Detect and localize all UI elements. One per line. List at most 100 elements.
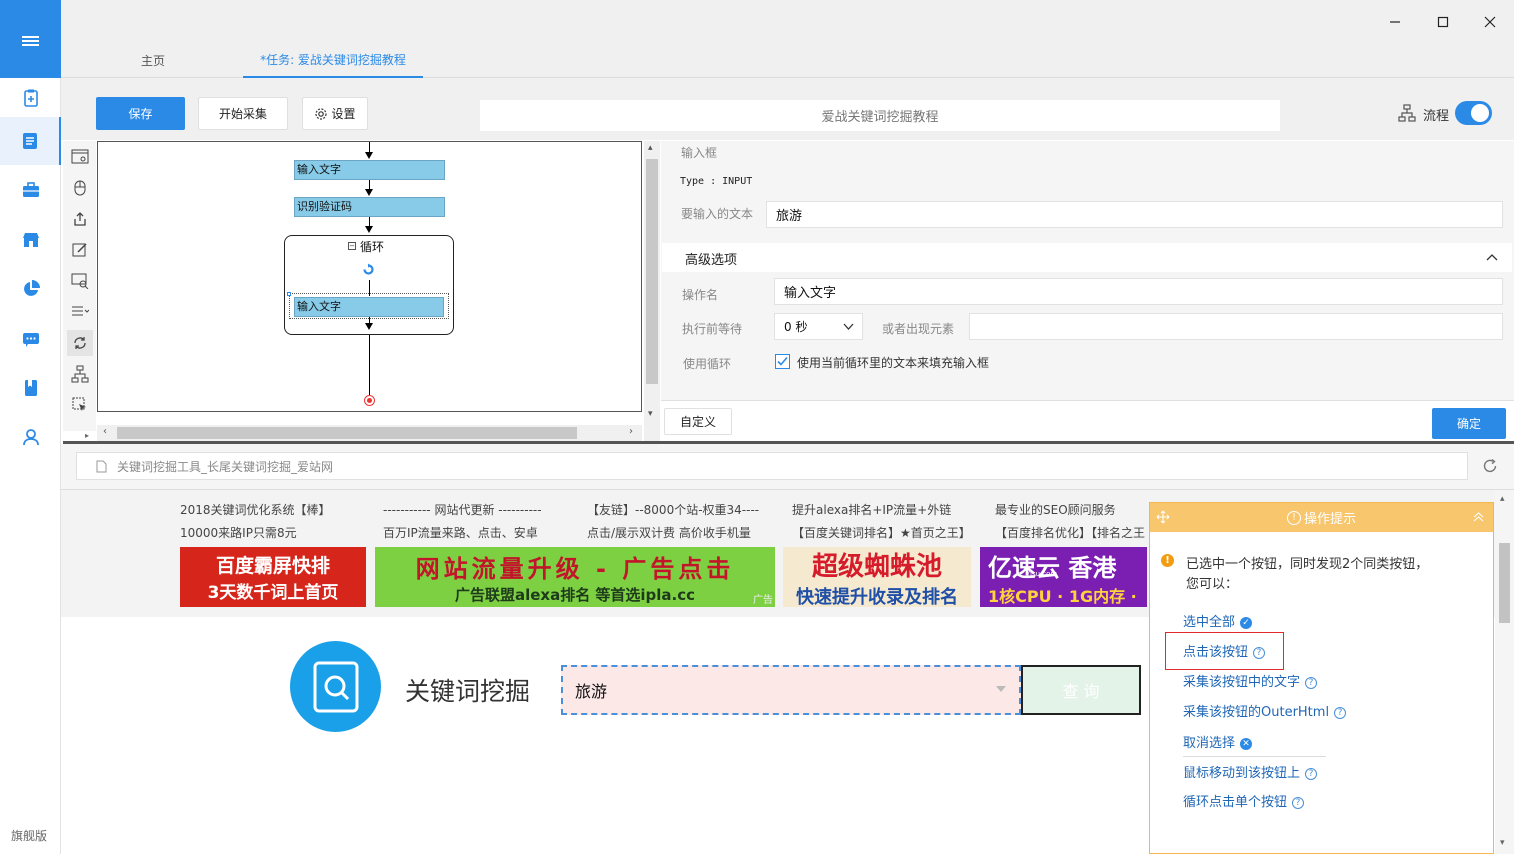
keyword-search-input[interactable]: 旅游 [561, 665, 1021, 715]
cancel-selection-link[interactable]: 取消选择 ✕ [1183, 732, 1253, 751]
collect-text-link[interactable]: 采集该按钮中的文字? [1183, 671, 1318, 690]
move-icon[interactable] [1156, 510, 1170, 524]
mouse-hover-icon[interactable] [67, 392, 93, 418]
loop-checkbox[interactable] [775, 354, 790, 369]
flow-node-input-text[interactable]: 输入文字 [294, 160, 445, 180]
ad-link[interactable]: 10000来路IP只需8元 [180, 524, 297, 541]
task-add-icon[interactable] [0, 74, 61, 122]
banner-line2: 3天数千词上首页 [207, 583, 339, 603]
task-title-field[interactable]: 爱战关键词挖掘教程 [480, 100, 1280, 131]
ad-banner[interactable]: 百度霸屏快排 3天数千词上首页 [180, 547, 366, 607]
banner-line2: 1核CPU · 1G内存 · [988, 586, 1137, 606]
open-page-icon[interactable] [67, 144, 93, 170]
minimize-icon[interactable] [1383, 10, 1407, 34]
ad-link[interactable]: 2018关键词优化系统【棒】 [180, 501, 331, 518]
message-icon[interactable] [0, 315, 61, 363]
link-text: 循环点击单个按钮 [1183, 795, 1288, 810]
wait-value: 0 秒 [784, 320, 808, 334]
chevron-up-icon[interactable] [1486, 253, 1498, 261]
canvas-vertical-scrollbar[interactable]: ▴ ▾ [644, 141, 660, 441]
hamburger-icon [22, 36, 39, 38]
captcha-icon[interactable] [67, 268, 93, 294]
ad-link[interactable]: 提升alexa排名+IP流量+外链 [792, 501, 951, 518]
ad-link[interactable]: 点击/展示双计费 高价收手机量 [587, 524, 751, 541]
page-vertical-scrollbar[interactable]: ▴ ▾ [1495, 490, 1514, 854]
settings-button[interactable]: 设置 [302, 97, 368, 130]
link-text: 选中全部 [1183, 615, 1236, 630]
toolbox-icon[interactable] [0, 166, 61, 214]
mouse-click-icon[interactable] [67, 175, 93, 201]
scroll-thumb[interactable] [117, 427, 577, 439]
help-icon[interactable]: ? [1253, 647, 1266, 659]
ad-banner[interactable]: 网站流量升级 - 广告点击 广告联盟alexa排名 等首选ipla.cc 广告 [375, 547, 775, 607]
branch-icon[interactable] [67, 361, 93, 387]
user-icon[interactable] [0, 413, 61, 461]
hover-button-link[interactable]: 鼠标移动到该按钮上? [1183, 762, 1318, 781]
collect-outerhtml-link[interactable]: 采集该按钮的OuterHtml? [1183, 701, 1347, 720]
maximize-icon[interactable] [1431, 10, 1455, 34]
ad-banner[interactable]: 超级蜘蛛池 快速提升收录及排名 [783, 547, 971, 607]
tab-task[interactable]: *任务: 爱战关键词挖掘教程 [243, 42, 423, 78]
query-button[interactable]: 查 询 [1021, 665, 1141, 715]
select-option-icon[interactable] [67, 299, 93, 325]
scroll-down-icon[interactable]: ▾ [1500, 838, 1505, 848]
canvas-horizontal-scrollbar[interactable]: ‹ › [97, 425, 642, 441]
op-name-input[interactable]: 输入文字 [774, 278, 1503, 305]
save-button[interactable]: 保存 [96, 97, 185, 130]
scroll-thumb[interactable] [1499, 543, 1510, 623]
flow-node-loop-input[interactable]: 输入文字 [294, 297, 444, 317]
expand-arrow-icon[interactable]: ▸ [85, 431, 89, 440]
scroll-up-icon[interactable]: ▴ [1500, 494, 1505, 504]
scroll-thumb[interactable] [646, 159, 658, 384]
click-button-link[interactable]: 点击该按钮? [1183, 641, 1266, 660]
search-doc-icon [313, 661, 359, 713]
scroll-up-icon[interactable]: ▴ [648, 143, 653, 153]
start-collect-button[interactable]: 开始采集 [198, 97, 288, 130]
loop-icon[interactable] [67, 330, 93, 356]
ad-link[interactable]: 【百度排名优化】【排名之王 [995, 524, 1145, 541]
collapse-icon[interactable]: − [348, 242, 356, 250]
edit-input-icon[interactable] [67, 237, 93, 263]
export-icon[interactable] [67, 206, 93, 232]
banner-line1: 网站流量升级 - 广告点击 [415, 555, 735, 583]
scroll-right-icon[interactable]: › [629, 426, 633, 437]
help-icon[interactable]: ? [1305, 768, 1318, 780]
wait-select[interactable]: 0 秒 [774, 313, 863, 340]
connector [369, 142, 370, 152]
refresh-icon[interactable] [1482, 458, 1498, 474]
help-icon[interactable]: ? [1334, 707, 1347, 719]
banner-line1: 百度霸屏快排 [215, 555, 330, 577]
advanced-options-header[interactable]: 高级选项 [662, 243, 1512, 272]
flow-node-captcha[interactable]: 识别验证码 [294, 197, 445, 217]
arrow [365, 226, 373, 233]
or-element-input[interactable] [969, 313, 1503, 340]
select-all-link[interactable]: 选中全部 ✓ [1183, 611, 1253, 630]
chart-pie-icon[interactable] [0, 265, 61, 313]
scroll-left-icon[interactable]: ‹ [103, 426, 107, 437]
flow-loop-block[interactable]: − 循环 输入文字 [284, 235, 454, 335]
custom-button[interactable]: 自定义 [664, 408, 732, 435]
confirm-button[interactable]: 确定 [1432, 408, 1506, 439]
flow-toggle[interactable] [1455, 101, 1492, 125]
loop-click-link[interactable]: 循环点击单个按钮? [1183, 791, 1305, 810]
link-text: 采集该按钮中的文字 [1183, 675, 1301, 690]
ad-link[interactable]: 百万IP流量来路、点击、安卓 [383, 524, 538, 541]
ad-link[interactable]: 【百度关键词排名】★首页之王】 [792, 524, 971, 541]
url-input[interactable]: 关键词挖掘工具_长尾关键词挖掘_爱站网 [76, 452, 1468, 480]
help-icon[interactable]: ? [1305, 677, 1318, 689]
help-icon[interactable]: ? [1292, 797, 1305, 809]
scroll-down-icon[interactable]: ▾ [648, 409, 653, 419]
task-list-icon[interactable] [0, 117, 61, 165]
menu-button[interactable] [0, 0, 61, 78]
text-input[interactable]: 旅游 [766, 201, 1503, 228]
ad-link[interactable]: 最专业的SEO顾问服务 [995, 501, 1116, 518]
ad-link[interactable]: 【友链】--8000个站-权重34---- [587, 501, 759, 518]
store-icon[interactable] [0, 216, 61, 264]
close-icon[interactable] [1478, 10, 1502, 34]
collapse-up-icon[interactable] [1473, 512, 1484, 522]
ad-banner[interactable]: 亿速云 香港 Yisu.com 1核CPU · 1G内存 · [980, 547, 1147, 607]
ad-link[interactable]: ----------- 网站代更新 ---------- [383, 501, 542, 518]
book-icon[interactable] [0, 364, 61, 412]
tab-home[interactable]: 主页 [113, 42, 193, 78]
tip-header[interactable]: ! 操作提示 [1150, 503, 1493, 532]
